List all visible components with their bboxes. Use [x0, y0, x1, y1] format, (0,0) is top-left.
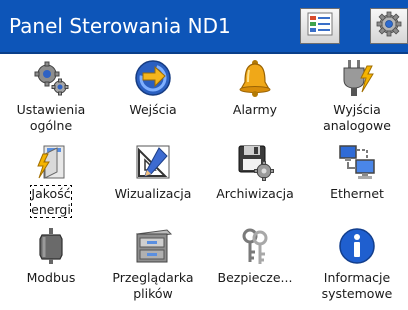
item-label: Bezpiecze... — [217, 270, 293, 285]
item-modbus[interactable]: Modbus — [0, 224, 102, 310]
item-label: Wejścia — [129, 102, 177, 117]
item-wizualizacja[interactable]: Wizualizacja — [102, 140, 204, 226]
item-label: Wyjścia analogowe — [323, 102, 391, 133]
item-ustawienia-ogolne[interactable]: Ustawienia ogólne — [0, 56, 102, 142]
item-ethernet[interactable]: Ethernet — [306, 140, 408, 226]
settings-button[interactable] — [370, 8, 408, 44]
network-computers-icon — [337, 142, 377, 182]
drafting-tools-icon — [133, 142, 173, 182]
modbus-cylinder-icon — [31, 226, 71, 266]
item-informacje-systemowe[interactable]: Informacje systemowe — [306, 224, 408, 310]
control-panel-grid: Ustawienia ogólne Wejścia Alarmy Wyjścia… — [0, 56, 408, 310]
item-label: Informacje systemowe — [321, 270, 393, 301]
title-bar: Panel Sterowania ND1 — [0, 0, 408, 54]
item-label: Przeglądarka plików — [112, 270, 194, 301]
gear-icon — [376, 11, 402, 41]
keys-icon — [235, 226, 275, 266]
item-label: Jakość energi — [1, 185, 101, 218]
item-archiwizacja[interactable]: Archiwizacja — [204, 140, 306, 226]
inputs-arrow-icon — [133, 58, 173, 98]
item-label: Archiwizacja — [216, 186, 294, 201]
item-wejscia[interactable]: Wejścia — [102, 56, 204, 142]
item-jakosc-energii[interactable]: Jakość energi — [0, 140, 102, 226]
bell-icon — [235, 58, 275, 98]
window-title: Panel Sterowania ND1 — [9, 14, 231, 38]
focused-label-text: Jakość energi — [30, 185, 72, 218]
info-icon — [337, 226, 377, 266]
item-label: Ustawienia ogólne — [16, 102, 86, 133]
archive-disk-icon — [235, 142, 275, 182]
energy-quality-icon — [31, 142, 71, 182]
item-przegladarka-plikow[interactable]: Przeglądarka plików — [102, 224, 204, 310]
item-alarmy[interactable]: Alarmy — [204, 56, 306, 142]
list-view-button[interactable] — [300, 8, 340, 44]
item-bezpieczenstwo[interactable]: Bezpiecze... — [204, 224, 306, 310]
item-label: Alarmy — [232, 102, 278, 117]
plug-lightning-icon — [337, 58, 377, 98]
item-wyjscia-analogowe[interactable]: Wyjścia analogowe — [306, 56, 408, 142]
item-label: Modbus — [26, 270, 76, 285]
file-cabinet-icon — [133, 226, 173, 266]
item-label: Ethernet — [330, 186, 384, 201]
list-view-icon — [307, 12, 333, 40]
item-label: Wizualizacja — [114, 186, 192, 201]
settings-gears-icon — [31, 58, 71, 98]
